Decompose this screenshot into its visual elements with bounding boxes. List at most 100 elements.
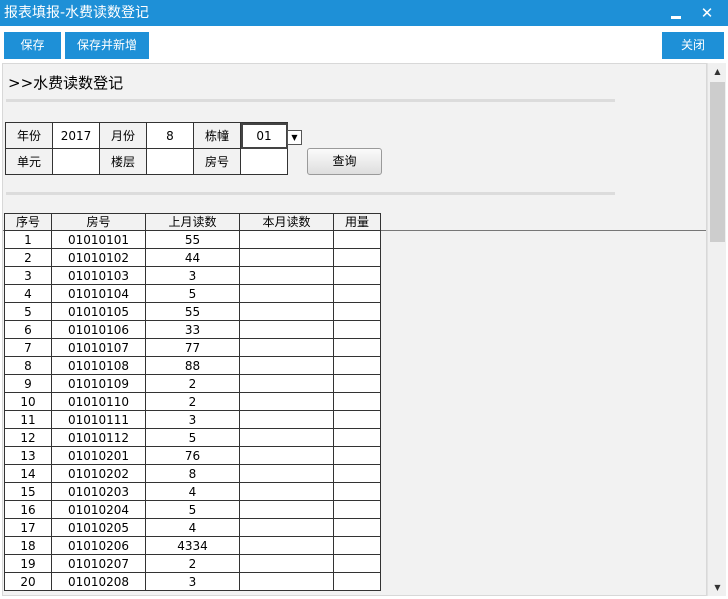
usage-cell — [333, 446, 381, 465]
year-label: 年份 — [5, 122, 53, 149]
title-bar: 报表填报-水费读数登记 ✕ — [0, 0, 728, 26]
usage-cell — [333, 428, 381, 447]
current-reading-input[interactable] — [239, 284, 334, 303]
usage-cell — [333, 482, 381, 501]
table-row: 20 01010208 3 — [4, 572, 381, 591]
last-month-reading: 4 — [145, 518, 240, 537]
last-month-reading: 33 — [145, 320, 240, 339]
table-row: 5 01010105 55 — [4, 302, 381, 321]
unit-label: 单元 — [5, 148, 53, 175]
scrollbar-thumb[interactable] — [710, 82, 725, 242]
divider — [6, 192, 615, 195]
current-reading-input[interactable] — [239, 428, 334, 447]
last-month-reading: 44 — [145, 248, 240, 267]
current-reading-input[interactable] — [239, 572, 334, 591]
row-index: 8 — [4, 356, 52, 375]
room-number: 01010206 — [51, 536, 146, 555]
table-row: 11 01010111 3 — [4, 410, 381, 429]
scroll-up-icon[interactable]: ▲ — [708, 63, 727, 80]
row-index: 20 — [4, 572, 52, 591]
save-button[interactable]: 保存 — [4, 32, 61, 59]
current-reading-input[interactable] — [239, 554, 334, 573]
minimize-button[interactable] — [666, 3, 686, 23]
table-row: 16 01010204 5 — [4, 500, 381, 519]
save-and-new-button[interactable]: 保存并新增 — [65, 32, 149, 59]
row-index: 1 — [4, 230, 52, 249]
readings-table: 序号 房号 上月读数 本月读数 用量 1 01010101 55 2 01010102 4… — [4, 213, 381, 591]
usage-cell — [333, 248, 381, 267]
row-index: 7 — [4, 338, 52, 357]
usage-cell — [333, 374, 381, 393]
month-label: 月份 — [99, 122, 147, 149]
room-number: 01010205 — [51, 518, 146, 537]
last-month-reading: 8 — [145, 464, 240, 483]
current-reading-input[interactable] — [239, 374, 334, 393]
building-dropdown-button[interactable]: ▼ — [287, 130, 302, 145]
column-header-last-reading: 上月读数 — [145, 213, 240, 231]
current-reading-input[interactable] — [239, 338, 334, 357]
current-reading-input[interactable] — [239, 536, 334, 555]
current-reading-input[interactable] — [239, 266, 334, 285]
last-month-reading: 4334 — [145, 536, 240, 555]
query-button[interactable]: 查询 — [307, 148, 382, 175]
month-field[interactable]: 8 — [146, 122, 194, 149]
room-number: 01010201 — [51, 446, 146, 465]
last-month-reading: 5 — [145, 284, 240, 303]
minimize-icon — [671, 16, 681, 19]
current-reading-input[interactable] — [239, 356, 334, 375]
close-icon: ✕ — [700, 4, 714, 22]
row-index: 13 — [4, 446, 52, 465]
last-month-reading: 5 — [145, 428, 240, 447]
current-reading-input[interactable] — [239, 464, 334, 483]
row-index: 6 — [4, 320, 52, 339]
column-header-usage: 用量 — [333, 213, 381, 231]
current-reading-input[interactable] — [239, 248, 334, 267]
current-reading-input[interactable] — [239, 410, 334, 429]
current-reading-input[interactable] — [239, 500, 334, 519]
room-number: 01010106 — [51, 320, 146, 339]
row-index: 12 — [4, 428, 52, 447]
vertical-scrollbar[interactable]: ▲ ▼ — [707, 63, 726, 596]
current-reading-input[interactable] — [239, 392, 334, 411]
usage-cell — [333, 338, 381, 357]
room-number: 01010204 — [51, 500, 146, 519]
scroll-down-icon[interactable]: ▼ — [708, 579, 727, 596]
current-reading-input[interactable] — [239, 446, 334, 465]
table-row: 2 01010102 44 — [4, 248, 381, 267]
current-reading-input[interactable] — [239, 320, 334, 339]
close-button[interactable]: 关闭 — [662, 32, 724, 59]
floor-field[interactable] — [146, 148, 194, 175]
last-month-reading: 55 — [145, 302, 240, 321]
room-number: 01010109 — [51, 374, 146, 393]
room-label: 房号 — [193, 148, 241, 175]
table-row: 4 01010104 5 — [4, 284, 381, 303]
year-field[interactable]: 2017 — [52, 122, 100, 149]
current-reading-input[interactable] — [239, 482, 334, 501]
building-select[interactable]: 01 — [240, 122, 288, 149]
row-index: 14 — [4, 464, 52, 483]
row-index: 18 — [4, 536, 52, 555]
divider — [6, 99, 615, 102]
toolbar: 保存 保存并新增 关闭 — [0, 26, 728, 62]
room-number: 01010102 — [51, 248, 146, 267]
usage-cell — [333, 266, 381, 285]
column-header-index: 序号 — [4, 213, 52, 231]
current-reading-input[interactable] — [239, 302, 334, 321]
current-reading-input[interactable] — [239, 230, 334, 249]
room-field[interactable] — [240, 148, 288, 175]
last-month-reading: 3 — [145, 266, 240, 285]
close-window-button[interactable]: ✕ — [697, 3, 717, 23]
room-number: 01010207 — [51, 554, 146, 573]
last-month-reading: 3 — [145, 572, 240, 591]
current-reading-input[interactable] — [239, 518, 334, 537]
unit-field[interactable] — [52, 148, 100, 175]
table-row: 3 01010103 3 — [4, 266, 381, 285]
room-number: 01010208 — [51, 572, 146, 591]
table-row: 19 01010207 2 — [4, 554, 381, 573]
table-row: 12 01010112 5 — [4, 428, 381, 447]
table-row: 1 01010101 55 — [4, 230, 381, 249]
last-month-reading: 5 — [145, 500, 240, 519]
usage-cell — [333, 554, 381, 573]
room-number: 01010202 — [51, 464, 146, 483]
page-title: >>水费读数登记 — [8, 74, 124, 92]
